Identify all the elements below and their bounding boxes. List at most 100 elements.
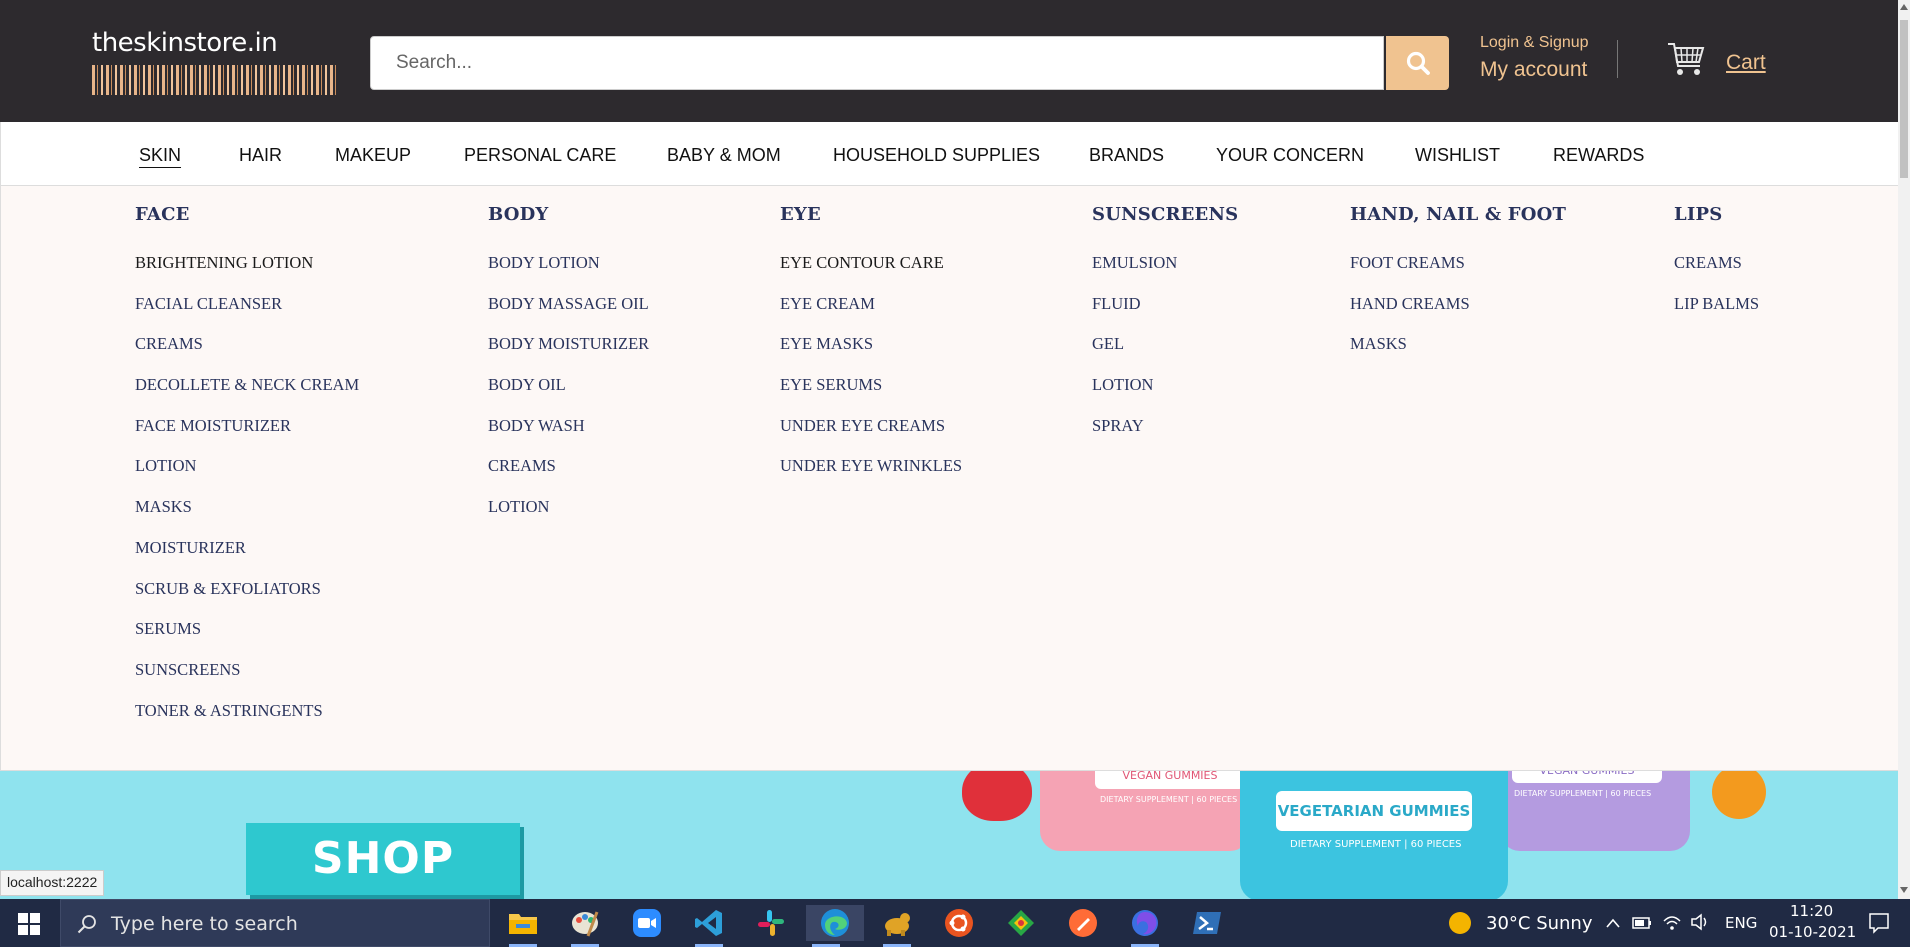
menu-link[interactable]: EYE SERUMS [780, 375, 962, 416]
scrollbar-thumb[interactable] [1900, 20, 1908, 178]
taskbar-search-box[interactable]: Type here to search [60, 899, 490, 947]
nav-item-household-supplies[interactable]: HOUSEHOLD SUPPLIES [833, 145, 1040, 166]
search-input[interactable] [370, 36, 1384, 90]
shopping-cart-icon[interactable] [1666, 40, 1706, 78]
windows-taskbar: Type here to search 30°C Sunny ENG 11:20… [0, 899, 1910, 947]
menu-link[interactable]: SERUMS [135, 619, 359, 660]
menu-column-title[interactable]: BODY [488, 204, 649, 225]
nav-item-rewards[interactable]: REWARDS [1553, 145, 1644, 166]
menu-column-hand-nail-foot: HAND, NAIL & FOOT FOOT CREAMS HAND CREAM… [1350, 204, 1566, 375]
menu-link[interactable]: LOTION [488, 497, 649, 538]
windows-start-icon[interactable] [18, 913, 40, 935]
menu-column-title[interactable]: SUNSCREENS [1092, 204, 1238, 225]
nav-item-your-concern[interactable]: YOUR CONCERN [1216, 145, 1364, 166]
menu-link[interactable]: LIP BALMS [1674, 294, 1759, 335]
header-divider [1617, 40, 1618, 78]
clock-time[interactable]: 11:20 [1790, 902, 1833, 920]
menu-link[interactable]: BODY LOTION [488, 253, 649, 294]
promo-banner: VEGAN GUMMIES DIETARY SUPPLEMENT | 60 PI… [0, 771, 1898, 899]
menu-link[interactable]: CREAMS [1674, 253, 1759, 294]
menu-link[interactable]: UNDER EYE WRINKLES [780, 456, 962, 497]
menu-link[interactable]: HAND CREAMS [1350, 294, 1566, 335]
show-hidden-icons-chevron-icon[interactable] [1605, 917, 1621, 929]
menu-link[interactable]: FLUID [1092, 294, 1238, 335]
scroll-down-arrow-icon[interactable] [1900, 887, 1908, 893]
weather-text[interactable]: 30°C Sunny [1486, 913, 1593, 934]
search-button[interactable] [1386, 36, 1449, 90]
volume-icon[interactable] [1690, 913, 1710, 931]
menu-link[interactable]: SPRAY [1092, 416, 1238, 457]
battery-icon[interactable] [1632, 915, 1652, 931]
site-logo[interactable]: theskinstore.in [92, 28, 336, 98]
ubuntu-icon[interactable] [939, 905, 979, 941]
edge-icon[interactable] [806, 905, 864, 947]
menu-column-title[interactable]: LIPS [1674, 204, 1759, 225]
clock-date[interactable]: 01-10-2021 [1769, 923, 1856, 941]
menu-link[interactable]: BRIGHTENING LOTION [135, 253, 359, 294]
status-bar-url: localhost:2222 [0, 870, 105, 896]
menu-column-title[interactable]: EYE [780, 204, 962, 225]
menu-link[interactable]: LOTION [135, 456, 359, 497]
menu-link[interactable]: UNDER EYE CREAMS [780, 416, 962, 457]
menu-link[interactable]: BODY WASH [488, 416, 649, 457]
slack-icon[interactable] [751, 905, 791, 941]
menu-link[interactable]: MASKS [135, 497, 359, 538]
nav-item-makeup[interactable]: MAKEUP [335, 145, 411, 166]
vscode-icon[interactable] [689, 905, 729, 947]
menu-link[interactable]: EYE CONTOUR CARE [780, 253, 962, 294]
gitkraken-icon[interactable] [1001, 905, 1041, 941]
menu-link[interactable]: SCRUB & EXFOLIATORS [135, 579, 359, 620]
orange-graphic [1712, 771, 1766, 819]
login-signup-link[interactable]: Login & Signup [1480, 34, 1590, 52]
scroll-up-arrow-icon[interactable] [1900, 4, 1908, 10]
shop-now-button[interactable]: SHOP NOW [246, 823, 520, 895]
menu-link[interactable]: MOISTURIZER [135, 538, 359, 579]
page-scrollbar[interactable] [1898, 0, 1910, 899]
search-icon [77, 915, 96, 934]
menu-link[interactable]: FOOT CREAMS [1350, 253, 1566, 294]
menu-link[interactable]: EMULSION [1092, 253, 1238, 294]
menu-link[interactable]: TONER & ASTRINGENTS [135, 701, 359, 742]
firefox-icon[interactable] [1125, 905, 1165, 947]
menu-link[interactable]: FACIAL CLEANSER [135, 294, 359, 335]
menu-link[interactable]: CREAMS [135, 334, 359, 375]
language-indicator[interactable]: ENG [1725, 914, 1757, 932]
menu-column-body: BODY BODY LOTION BODY MASSAGE OIL BODY M… [488, 204, 649, 538]
menu-link[interactable]: EYE MASKS [780, 334, 962, 375]
postman-icon[interactable] [1063, 905, 1103, 941]
menu-link[interactable]: GEL [1092, 334, 1238, 375]
nav-item-hair[interactable]: HAIR [239, 145, 282, 166]
zoom-icon[interactable] [627, 905, 667, 941]
menu-link[interactable]: MASKS [1350, 334, 1566, 375]
file-explorer-icon[interactable] [503, 905, 543, 947]
powershell-icon[interactable] [1187, 905, 1227, 941]
cart-link[interactable]: Cart [1726, 51, 1766, 75]
weather-sun-icon[interactable] [1448, 911, 1472, 935]
menu-link[interactable]: DECOLLETE & NECK CREAM [135, 375, 359, 416]
jar-label: VEGAN GUMMIES [1095, 771, 1245, 789]
menu-link[interactable]: SUNSCREENS [135, 660, 359, 701]
paint-icon[interactable] [565, 905, 605, 947]
menu-link[interactable]: BODY OIL [488, 375, 649, 416]
dbeaver-icon[interactable] [877, 905, 917, 947]
nav-item-brands[interactable]: BRANDS [1089, 145, 1164, 166]
menu-link[interactable]: LOTION [1092, 375, 1238, 416]
menu-link[interactable]: FACE MOISTURIZER [135, 416, 359, 457]
menu-column-title[interactable]: HAND, NAIL & FOOT [1350, 204, 1566, 225]
wifi-icon[interactable] [1662, 913, 1682, 931]
notifications-icon[interactable] [1868, 912, 1890, 934]
nav-item-wishlist[interactable]: WISHLIST [1415, 145, 1500, 166]
gummies-jar-center: VEGETARIAN GUMMIES DIETARY SUPPLEMENT | … [1240, 771, 1508, 899]
menu-link[interactable]: BODY MOISTURIZER [488, 334, 649, 375]
nav-item-baby-mom[interactable]: BABY & MOM [667, 145, 781, 166]
menu-link[interactable]: EYE CREAM [780, 294, 962, 335]
search-icon [1406, 51, 1430, 75]
site-header: theskinstore.in Login & Signup My accoun… [0, 0, 1898, 122]
nav-item-personal-care[interactable]: PERSONAL CARE [464, 145, 616, 166]
menu-column-title[interactable]: FACE [135, 204, 359, 225]
jar-sub-label: DIETARY SUPPLEMENT | 60 PIECES [1290, 839, 1462, 850]
nav-item-skin[interactable]: SKIN [139, 145, 181, 166]
menu-link[interactable]: BODY MASSAGE OIL [488, 294, 649, 335]
my-account-link[interactable]: My account [1480, 58, 1590, 82]
menu-link[interactable]: CREAMS [488, 456, 649, 497]
